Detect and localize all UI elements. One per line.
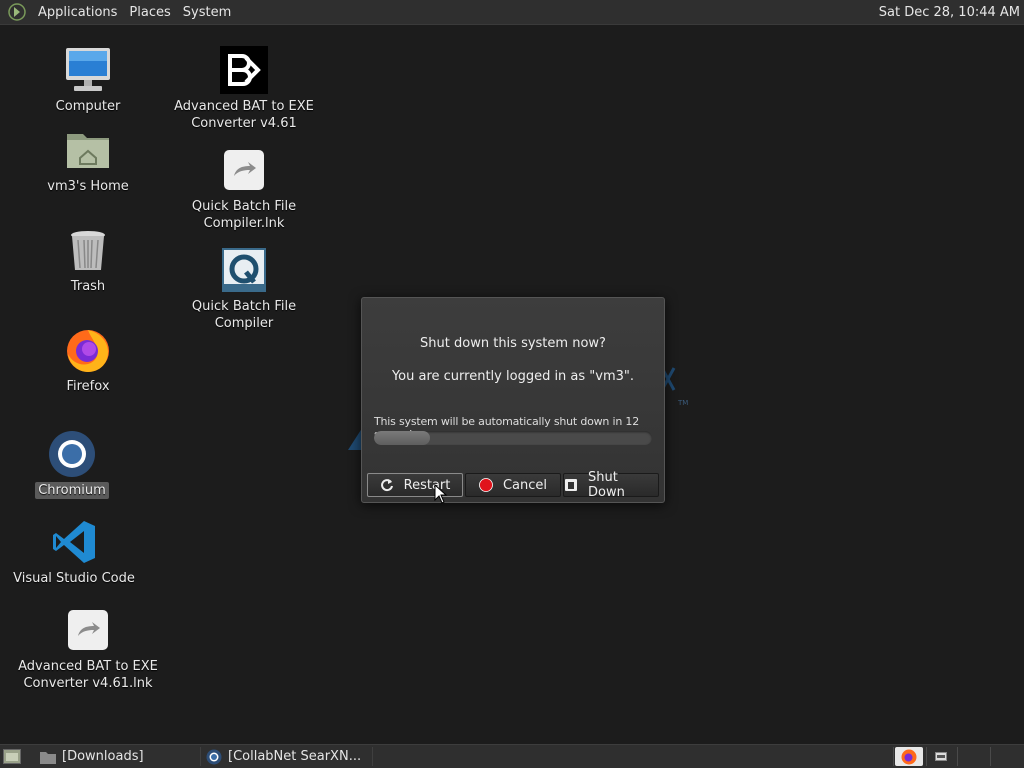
dialog-logged-in-text: You are currently logged in as "vm3". bbox=[391, 369, 635, 384]
desktop-icon-vscode[interactable]: Visual Studio Code bbox=[0, 518, 149, 587]
shutdown-icon bbox=[564, 478, 578, 492]
icon-label: Chromium bbox=[35, 482, 109, 499]
shutdown-label: Shut Down bbox=[588, 470, 625, 500]
icon-label: Computer bbox=[55, 99, 121, 114]
quick-batch-icon bbox=[222, 248, 266, 292]
menu-system[interactable]: System bbox=[177, 5, 237, 20]
folder-icon bbox=[40, 751, 56, 764]
computer-icon bbox=[66, 48, 110, 91]
firefox-icon bbox=[67, 330, 109, 372]
tray-separator bbox=[926, 747, 927, 766]
firefox-icon bbox=[901, 749, 917, 764]
tray-separator bbox=[893, 747, 894, 766]
show-desktop-icon[interactable] bbox=[3, 749, 21, 764]
distro-logo-icon[interactable] bbox=[8, 3, 26, 21]
countdown-progress-bar bbox=[374, 431, 652, 445]
desktop-icon-firefox[interactable]: Firefox bbox=[13, 326, 163, 395]
desktop-icon-chromium[interactable]: Chromium bbox=[0, 430, 147, 499]
task-label: [Downloads] bbox=[62, 749, 144, 764]
shortcut-icon bbox=[224, 150, 264, 190]
menu-applications[interactable]: Applications bbox=[32, 5, 123, 20]
shutdown-button[interactable]: Shut Down bbox=[563, 470, 659, 500]
task-label: [CollabNet SearXN... bbox=[228, 749, 362, 764]
chromium-icon bbox=[49, 431, 95, 477]
taskbar-item-downloads[interactable]: [Downloads] bbox=[34, 747, 201, 766]
cancel-button[interactable]: Cancel bbox=[465, 473, 561, 497]
icon-label: vm3's Home bbox=[47, 179, 129, 194]
desktop-icon-home[interactable]: vm3's Home bbox=[13, 126, 163, 195]
desktop-icon-quick-batch-lnk[interactable]: Quick Batch File Compiler.lnk bbox=[169, 146, 319, 232]
cancel-label: Cancel bbox=[502, 477, 548, 493]
icon-label: Firefox bbox=[66, 379, 110, 394]
menu-places[interactable]: Places bbox=[123, 5, 176, 20]
clock[interactable]: Sat Dec 28, 10:44 AM bbox=[879, 5, 1024, 20]
progress-fill bbox=[374, 431, 430, 445]
bat-to-exe-icon bbox=[220, 46, 268, 94]
home-folder-icon bbox=[67, 134, 109, 168]
icon-label: Quick Batch File Compiler bbox=[191, 299, 297, 331]
icon-label: Advanced BAT to EXE Converter v4.61 bbox=[174, 99, 314, 131]
shutdown-dialog: Shut down this system now? You are curre… bbox=[361, 297, 665, 503]
window-list-icon[interactable] bbox=[935, 752, 947, 761]
icon-label: Quick Batch File Compiler.lnk bbox=[191, 199, 297, 231]
tray-separator bbox=[990, 747, 991, 766]
mouse-cursor-icon bbox=[434, 484, 448, 504]
top-panel: Applications Places System Sat Dec 28, 1… bbox=[0, 0, 1024, 25]
taskbar-item-browser[interactable]: [CollabNet SearXN... bbox=[202, 747, 373, 766]
dialog-question: Shut down this system now? bbox=[420, 336, 606, 351]
vscode-icon bbox=[53, 521, 95, 563]
desktop-icon-bat-to-exe[interactable]: Advanced BAT to EXE Converter v4.61 bbox=[169, 46, 319, 132]
desktop-icon-quick-batch[interactable]: Quick Batch File Compiler bbox=[169, 246, 319, 332]
tray-separator bbox=[957, 747, 958, 766]
cancel-icon bbox=[479, 478, 493, 492]
desktop-icon-computer[interactable]: Computer bbox=[13, 46, 163, 115]
desktop-icon-bat-to-exe-lnk[interactable]: Advanced BAT to EXE Converter v4.61.lnk bbox=[13, 606, 163, 692]
restart-button[interactable]: Restart bbox=[367, 473, 463, 497]
bottom-panel: [Downloads] [CollabNet SearXN... bbox=[0, 744, 1024, 768]
chromium-icon bbox=[206, 749, 222, 764]
svg-text:TM: TM bbox=[677, 399, 688, 407]
desktop-icon-trash[interactable]: Trash bbox=[13, 226, 163, 295]
icon-label: Trash bbox=[70, 279, 106, 294]
shortcut-icon bbox=[68, 610, 108, 650]
icon-label: Advanced BAT to EXE Converter v4.61.lnk bbox=[18, 659, 158, 691]
restart-icon bbox=[380, 478, 394, 492]
tray-firefox-item[interactable] bbox=[895, 747, 923, 766]
trash-icon bbox=[71, 231, 105, 270]
icon-label: Visual Studio Code bbox=[13, 571, 135, 586]
